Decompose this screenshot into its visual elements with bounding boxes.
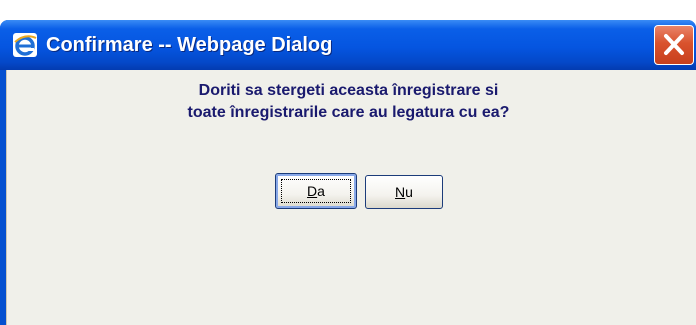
- close-icon: [664, 34, 684, 55]
- message-line-1: Doriti sa stergeti aceasta înregistrare …: [198, 82, 499, 99]
- no-button-mnemonic: N: [395, 184, 406, 200]
- focus-rectangle: [281, 179, 351, 203]
- title-bar[interactable]: Confirmare -- Webpage Dialog: [0, 20, 696, 70]
- no-button[interactable]: Nu: [365, 175, 443, 209]
- yes-button[interactable]: Da: [275, 173, 357, 209]
- confirm-dialog: Confirmare -- Webpage Dialog Doriti sa s…: [0, 20, 696, 325]
- confirm-message: Doriti sa stergeti aceasta înregistrare …: [7, 80, 690, 124]
- internet-explorer-icon: [12, 32, 38, 58]
- message-line-2: toate înregistrarile care au legatura cu…: [187, 104, 510, 121]
- no-button-label: u: [405, 184, 413, 200]
- dialog-body: Doriti sa stergeti aceasta înregistrare …: [6, 70, 696, 325]
- dialog-title: Confirmare -- Webpage Dialog: [46, 34, 333, 56]
- close-button[interactable]: [654, 25, 694, 65]
